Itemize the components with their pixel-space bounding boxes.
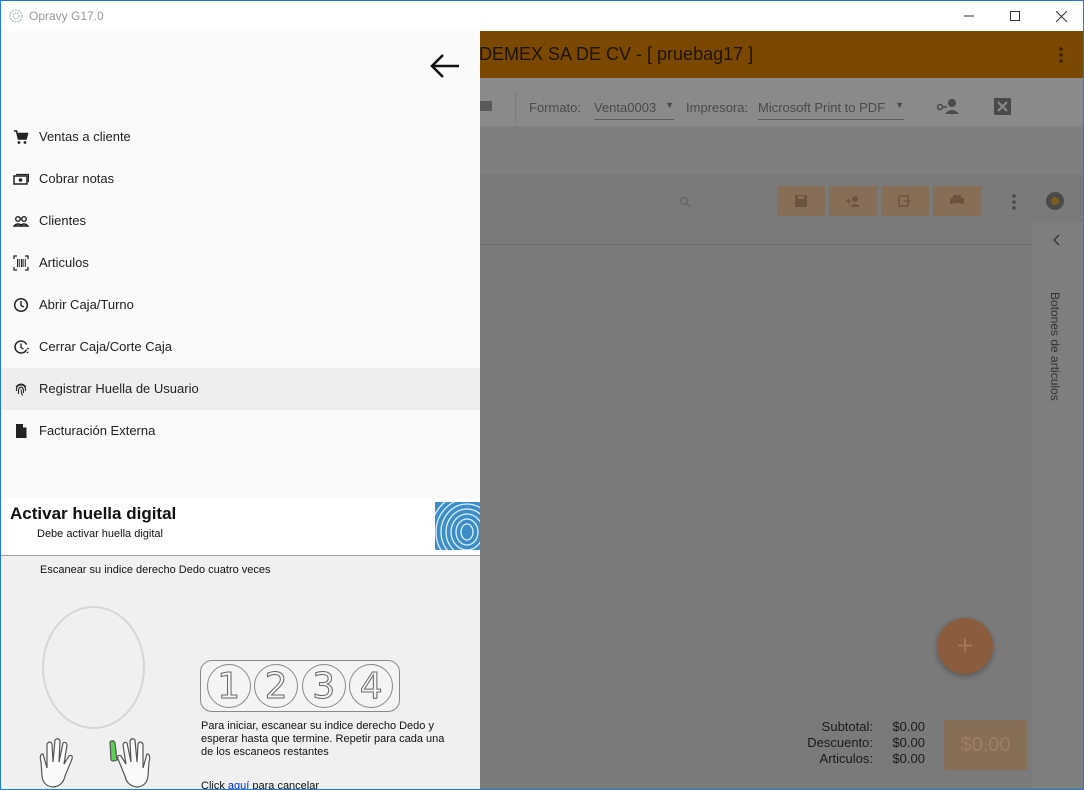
menu-item-label: Clientes bbox=[39, 213, 86, 228]
cart-icon bbox=[14, 130, 29, 144]
cancel-prefix: Click bbox=[201, 780, 228, 790]
toolbar-divider bbox=[515, 92, 516, 122]
more-options-icon[interactable] bbox=[1011, 193, 1017, 211]
fingerprint-dialog-header: Activar huella digital Debe activar huel… bbox=[1, 498, 480, 556]
scan-help-text: Para iniciar, escanear su indice derecho… bbox=[201, 720, 445, 758]
menu-item-abrir-caja[interactable]: Abrir Caja/Turno bbox=[1, 284, 480, 326]
minimize-button[interactable] bbox=[946, 1, 992, 31]
articles-side-panel[interactable]: Botones de articulos bbox=[1032, 222, 1083, 789]
chevron-left-icon[interactable] bbox=[1052, 234, 1060, 246]
scan-step-2: 2 bbox=[254, 664, 299, 708]
application-window: Opravy G17.0 DEMEX SA DE CV - [ pruebag1… bbox=[0, 0, 1084, 790]
menu-item-clientes[interactable]: Clientes bbox=[1, 200, 480, 242]
scan-step-1: 1 bbox=[206, 664, 251, 708]
close-box-icon[interactable] bbox=[994, 98, 1011, 115]
app-content: DEMEX SA DE CV - [ pruebag17 ] Formato: … bbox=[1, 31, 1083, 789]
minimize-icon bbox=[964, 15, 974, 17]
totals-values: $0.00 $0.00 $0.00 bbox=[881, 719, 925, 767]
scan-counter: 1 2 3 4 bbox=[200, 660, 400, 712]
search-underline bbox=[479, 244, 1031, 245]
clock-icon bbox=[13, 297, 29, 313]
app-logo-icon bbox=[9, 9, 23, 23]
drawer-menu: Ventas a cliente Cobrar notas Clientes A… bbox=[1, 116, 480, 452]
maximize-icon bbox=[1010, 11, 1020, 21]
formato-select[interactable]: Venta0003 ▼ bbox=[594, 100, 674, 120]
title-bar: Opravy G17.0 bbox=[1, 1, 1083, 31]
cancel-line: Click aquí para cancelar bbox=[201, 780, 320, 790]
chevron-down-icon: ▼ bbox=[895, 100, 904, 110]
close-window-button[interactable] bbox=[1038, 1, 1083, 31]
maximize-button[interactable] bbox=[992, 1, 1038, 31]
window-title: Opravy G17.0 bbox=[29, 9, 104, 23]
status-indicator-icon[interactable] bbox=[1046, 192, 1064, 210]
barcode-icon bbox=[13, 255, 29, 271]
menu-item-label: Registrar Huella de Usuario bbox=[39, 381, 199, 396]
person-key-icon[interactable] bbox=[937, 98, 961, 114]
menu-item-articulos[interactable]: Articulos bbox=[1, 242, 480, 284]
print-icon bbox=[950, 195, 964, 207]
menu-item-facturacion[interactable]: Facturación Externa bbox=[1, 410, 480, 452]
scan-instruction: Escanear su indice derecho Dedo cuatro v… bbox=[40, 564, 271, 576]
formato-value: Venta0003 bbox=[594, 100, 657, 115]
articles-panel-label: Botones de articulos bbox=[1048, 292, 1062, 401]
descuento-label: Descuento: bbox=[807, 735, 873, 750]
cash-icon bbox=[13, 173, 29, 185]
clock-history-icon bbox=[14, 340, 29, 354]
menu-item-cerrar-caja[interactable]: Cerrar Caja/Corte Caja bbox=[1, 326, 480, 368]
menu-item-label: Abrir Caja/Turno bbox=[39, 297, 134, 312]
cash-icon[interactable] bbox=[480, 99, 492, 113]
menu-item-label: Articulos bbox=[39, 255, 89, 270]
exit-icon bbox=[898, 195, 911, 207]
articulos-label: Articulos: bbox=[819, 751, 873, 766]
totals-labels: Subtotal: Descuento: Articulos: bbox=[791, 719, 873, 767]
add-customer-button[interactable] bbox=[829, 186, 877, 216]
subtotal-label: Subtotal: bbox=[821, 719, 873, 734]
fingerprint-dialog: Activar huella digital Debe activar huel… bbox=[1, 498, 480, 789]
fingerprint-banner-icon bbox=[435, 502, 480, 550]
menu-item-label: Ventas a cliente bbox=[39, 129, 131, 144]
people-icon bbox=[13, 216, 29, 227]
menu-item-registrar-huella[interactable]: Registrar Huella de Usuario bbox=[1, 368, 480, 410]
cancel-link[interactable]: aquí bbox=[228, 780, 249, 789]
cancel-suffix: para cancelar bbox=[249, 780, 320, 790]
plus-icon: + bbox=[956, 630, 974, 661]
subtotal-value: $0.00 bbox=[892, 719, 925, 734]
dialog-subtitle: Debe activar huella digital bbox=[37, 528, 163, 540]
total-pay-button[interactable]: $0.00 bbox=[944, 720, 1027, 770]
exit-button[interactable] bbox=[881, 186, 929, 216]
impresora-value: Microsoft Print to PDF bbox=[758, 100, 886, 115]
save-button[interactable] bbox=[777, 186, 825, 216]
close-icon bbox=[1055, 10, 1067, 22]
hands-finger-icon bbox=[39, 738, 151, 788]
save-icon bbox=[795, 195, 807, 207]
articulos-value: $0.00 bbox=[892, 751, 925, 766]
impresora-label: Impresora: bbox=[686, 100, 749, 115]
search-icon[interactable] bbox=[679, 196, 691, 208]
company-title: DEMEX SA DE CV - [ pruebag17 ] bbox=[479, 44, 754, 64]
print-button[interactable] bbox=[933, 186, 981, 216]
impresora-select[interactable]: Microsoft Print to PDF ▼ bbox=[758, 100, 904, 120]
more-vertical-icon[interactable] bbox=[1058, 46, 1064, 64]
menu-item-cobrar[interactable]: Cobrar notas bbox=[1, 158, 480, 200]
menu-item-label: Cobrar notas bbox=[39, 171, 115, 186]
menu-item-label: Facturación Externa bbox=[39, 423, 156, 438]
back-arrow-icon[interactable] bbox=[429, 53, 461, 79]
person-add-icon bbox=[846, 196, 860, 207]
descuento-value: $0.00 bbox=[892, 735, 925, 750]
scan-step-4: 4 bbox=[349, 664, 394, 708]
add-fab-button[interactable]: + bbox=[937, 618, 993, 674]
scan-step-3: 3 bbox=[301, 664, 346, 708]
navigation-drawer: Ventas a cliente Cobrar notas Clientes A… bbox=[1, 31, 480, 789]
formato-label: Formato: bbox=[529, 100, 582, 115]
menu-item-label: Cerrar Caja/Corte Caja bbox=[39, 339, 172, 354]
document-icon bbox=[16, 424, 27, 438]
dialog-title: Activar huella digital bbox=[10, 504, 177, 523]
fingerprint-preview-area bbox=[42, 606, 145, 729]
chevron-down-icon: ▼ bbox=[665, 100, 674, 110]
menu-item-ventas[interactable]: Ventas a cliente bbox=[1, 116, 480, 158]
fingerprint-icon bbox=[15, 383, 27, 396]
